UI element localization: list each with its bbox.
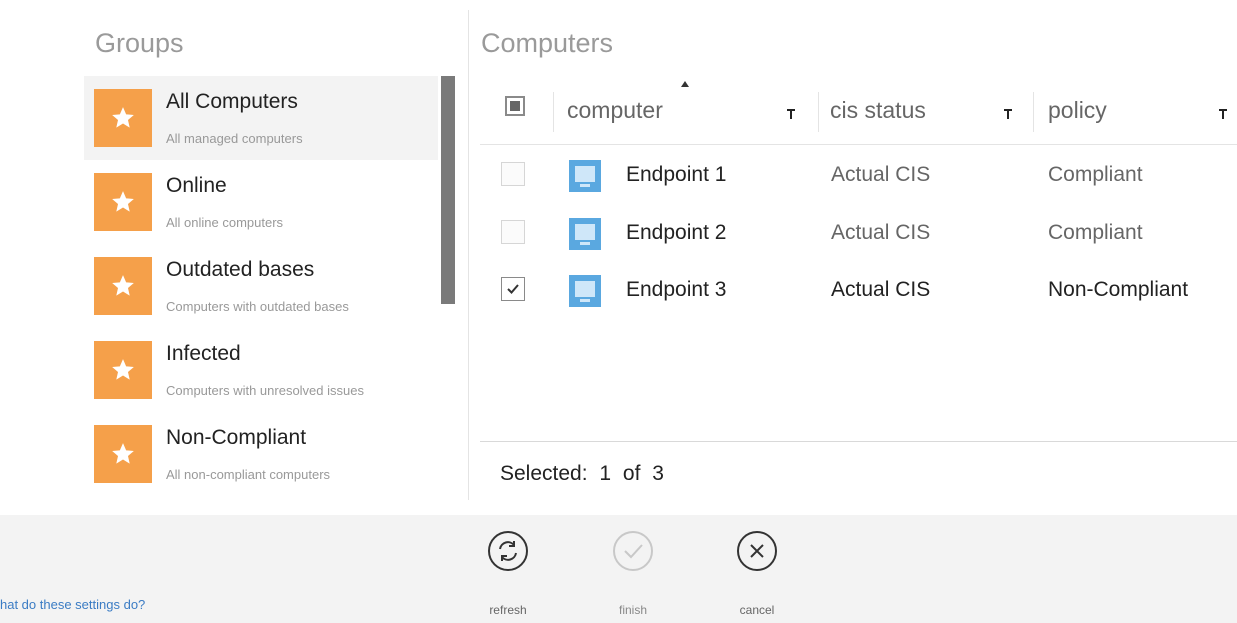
policy-status: Compliant bbox=[1048, 221, 1143, 244]
cis-status: Actual CIS bbox=[831, 163, 931, 186]
column-separator bbox=[1033, 92, 1034, 132]
column-separator bbox=[818, 92, 819, 132]
help-link[interactable]: hat do these settings do? bbox=[0, 597, 145, 612]
row-checkbox[interactable] bbox=[501, 220, 525, 244]
column-label: policy bbox=[1048, 97, 1107, 123]
selected-count: Selected: 1 of 3 bbox=[500, 462, 664, 485]
group-description: All non-compliant computers bbox=[166, 467, 331, 482]
group-name: Infected bbox=[166, 342, 241, 365]
action-label: cancel bbox=[739, 603, 775, 617]
group-description: Computers with outdated bases bbox=[166, 299, 349, 314]
column-separator bbox=[553, 92, 554, 132]
policy-status: Non-Compliant bbox=[1048, 278, 1189, 301]
cancel-button[interactable]: cancel bbox=[722, 530, 792, 617]
column-label: computer bbox=[567, 97, 663, 123]
row-checkbox[interactable] bbox=[501, 162, 525, 186]
checkmark-icon bbox=[507, 284, 519, 294]
checkmark-circle-icon bbox=[613, 531, 653, 571]
groups-scrollbar[interactable] bbox=[441, 76, 455, 304]
group-item-infected[interactable]: Infected Computers with unresolved issue… bbox=[84, 328, 438, 412]
star-icon bbox=[94, 89, 152, 147]
group-description: All managed computers bbox=[166, 131, 303, 146]
column-label: cis status bbox=[830, 97, 926, 123]
select-all-checkbox[interactable] bbox=[505, 96, 525, 116]
group-name: Non-Compliant bbox=[166, 426, 307, 449]
group-item-online[interactable]: Online All online computers bbox=[84, 160, 438, 244]
group-name: Outdated bases bbox=[166, 258, 315, 281]
refresh-icon bbox=[488, 531, 528, 571]
row-checkbox[interactable] bbox=[501, 277, 525, 301]
computer-icon bbox=[569, 275, 601, 307]
computer-icon bbox=[569, 160, 601, 192]
table-bottom-divider bbox=[480, 441, 1237, 442]
star-icon bbox=[94, 425, 152, 483]
cis-status: Actual CIS bbox=[831, 278, 931, 301]
filter-icon[interactable] bbox=[786, 108, 796, 120]
computer-name: Endpoint 2 bbox=[626, 221, 727, 244]
star-icon bbox=[94, 257, 152, 315]
computers-title: Computers bbox=[481, 28, 614, 58]
policy-status: Compliant bbox=[1048, 163, 1143, 186]
close-circle-icon bbox=[737, 531, 777, 571]
table-row[interactable]: Endpoint 1 Actual CIS Compliant bbox=[480, 148, 1237, 204]
star-icon bbox=[94, 173, 152, 231]
computer-name: Endpoint 3 bbox=[626, 278, 727, 301]
group-name: All Computers bbox=[166, 90, 298, 113]
filter-icon[interactable] bbox=[1003, 108, 1013, 120]
computer-icon bbox=[569, 218, 601, 250]
panel-divider bbox=[468, 10, 469, 500]
table-header: computer cis status policy bbox=[480, 80, 1237, 145]
group-item-all-computers[interactable]: All Computers All managed computers bbox=[84, 76, 438, 160]
group-description: All online computers bbox=[166, 215, 284, 230]
group-item-non-compliant[interactable]: Non-Compliant All non-compliant computer… bbox=[84, 412, 438, 496]
group-description: Computers with unresolved issues bbox=[166, 383, 364, 398]
footer-bar: hat do these settings do? refresh finish… bbox=[0, 515, 1237, 623]
table-row[interactable]: Endpoint 2 Actual CIS Compliant bbox=[480, 206, 1237, 262]
finish-button[interactable]: finish bbox=[598, 530, 668, 617]
table-row[interactable]: Endpoint 3 Actual CIS Non-Compliant bbox=[480, 263, 1237, 319]
refresh-button[interactable]: refresh bbox=[473, 530, 543, 617]
sort-ascending-icon bbox=[681, 81, 689, 87]
action-label: finish bbox=[618, 603, 647, 617]
filter-icon[interactable] bbox=[1218, 108, 1228, 120]
group-list: All Computers All managed computers Onli… bbox=[84, 76, 438, 496]
computer-name: Endpoint 1 bbox=[626, 163, 727, 186]
group-item-outdated-bases[interactable]: Outdated bases Computers with outdated b… bbox=[84, 244, 438, 328]
action-label: refresh bbox=[489, 603, 527, 617]
groups-title: Groups bbox=[95, 28, 184, 58]
star-icon bbox=[94, 341, 152, 399]
cis-status: Actual CIS bbox=[831, 221, 931, 244]
group-name: Online bbox=[166, 174, 227, 197]
